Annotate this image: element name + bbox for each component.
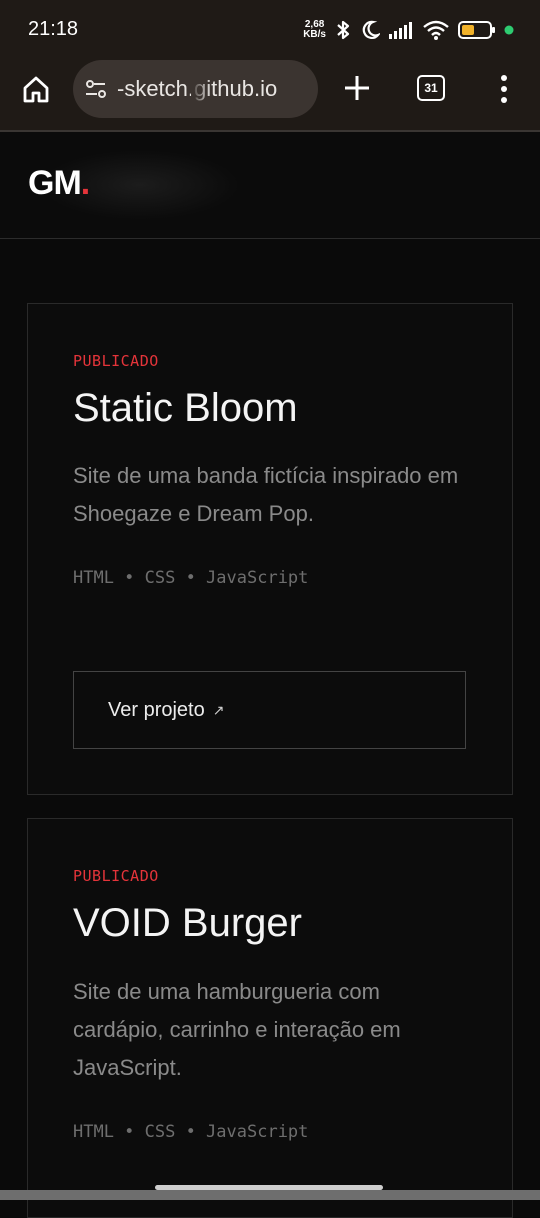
status-dot-icon (504, 25, 514, 35)
browser-toolbar: -sketch.github.io 31 (0, 58, 540, 131)
project-description: Site de uma hamburgueria com cardápio, c… (73, 979, 401, 1080)
net-speed-unit: KB/s (303, 29, 326, 40)
status-icons: 2,68 KB/s (303, 16, 514, 44)
view-project-button[interactable]: Ver projeto ↗ (73, 671, 466, 749)
header-divider (0, 238, 540, 239)
project-description: Site de uma banda fictícia inspirado em … (73, 463, 459, 526)
tab-count: 31 (424, 81, 438, 95)
status-time: 21:18 (28, 18, 79, 40)
home-icon (23, 76, 49, 103)
url-fade (191, 60, 211, 118)
gesture-nav-handle[interactable] (155, 1185, 383, 1190)
project-title: VOID Burger (73, 901, 302, 945)
home-button[interactable] (18, 71, 54, 107)
project-tech: HTML • CSS • JavaScript (73, 568, 309, 588)
project-card: PUBLICADO VOID Burger Site de uma hambur… (27, 818, 513, 1218)
site-info-icon[interactable] (83, 76, 109, 102)
signal-icon (389, 22, 412, 39)
bluetooth-icon (337, 20, 350, 40)
moon-icon (362, 20, 380, 39)
site-logo[interactable]: GM. (28, 164, 91, 203)
view-project-label: Ver projeto (108, 698, 205, 721)
more-vert-icon (501, 75, 507, 103)
project-status: PUBLICADO (73, 352, 159, 370)
address-bar[interactable]: -sketch.github.io (73, 60, 318, 118)
more-menu-button[interactable] (495, 73, 513, 105)
project-tech: HTML • CSS • JavaScript (73, 1122, 309, 1142)
project-title: Static Bloom (73, 386, 298, 430)
new-tab-button[interactable] (340, 71, 374, 105)
battery-icon (458, 21, 495, 39)
site-header: GM. (0, 132, 540, 238)
wifi-icon (423, 20, 449, 40)
status-bar: 21:18 2,68 KB/s (0, 0, 540, 58)
plus-icon (345, 76, 369, 100)
logo-dot: . (80, 164, 91, 202)
logo-text: GM (28, 164, 82, 202)
project-status: PUBLICADO (73, 867, 159, 885)
net-speed: 2,68 KB/s (303, 20, 326, 40)
bottom-strip (0, 1190, 540, 1200)
tabs-icon[interactable]: 31 (417, 75, 445, 101)
external-link-icon: ↗ (212, 701, 225, 718)
project-card: PUBLICADO Static Bloom Site de uma banda… (27, 303, 513, 795)
